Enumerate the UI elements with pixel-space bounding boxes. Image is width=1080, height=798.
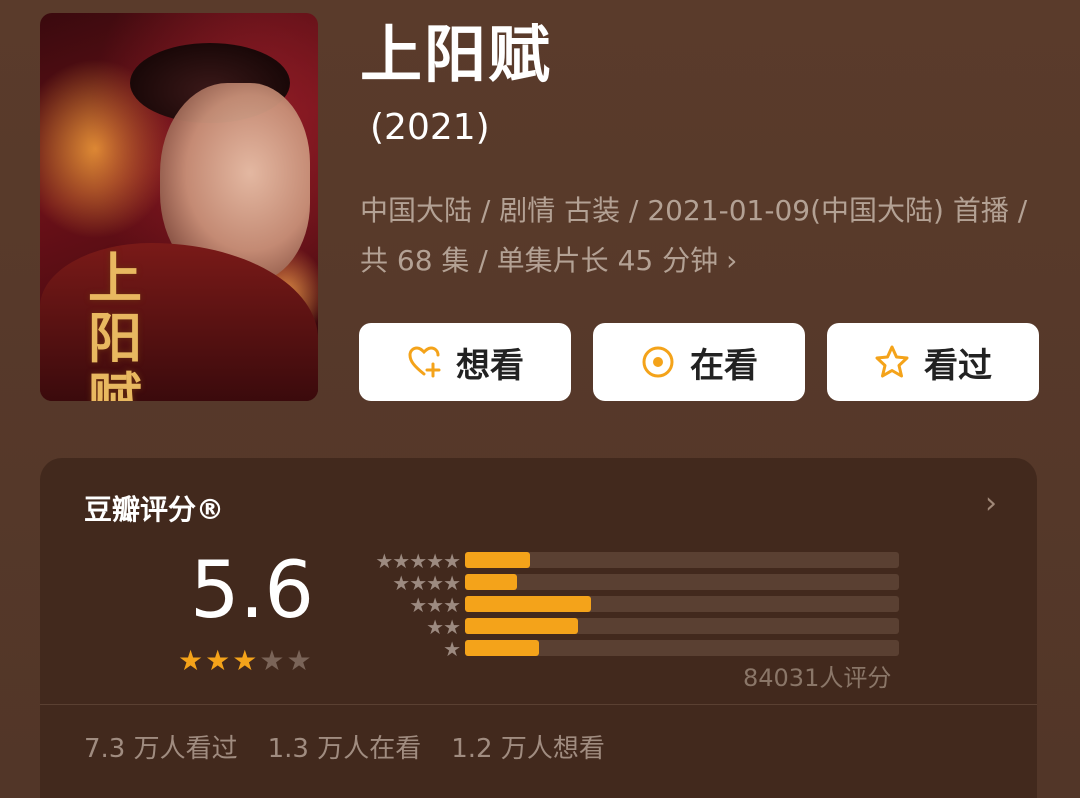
poster-title-art: 上阳赋: [88, 246, 142, 401]
star-empty-icon: ★: [259, 644, 285, 677]
rating-score: 5.6: [190, 546, 315, 636]
distribution-stars-icon: ★★: [426, 615, 461, 639]
distribution-row: ★★★★: [350, 572, 910, 594]
meta-text: 中国大陆 / 剧情 古装 / 2021-01-09(中国大陆) 首播 / 共 6…: [360, 194, 1028, 277]
distribution-bar: [465, 596, 591, 612]
distribution-track: [465, 640, 899, 656]
star-filled-icon: ★: [232, 644, 258, 677]
rating-stars: ★ ★ ★ ★ ★: [178, 646, 312, 676]
rating-count: 84031人评分: [743, 664, 892, 692]
divider: [40, 704, 1037, 705]
drama-year: (2021): [370, 107, 490, 148]
drama-meta[interactable]: 中国大陆 / 剧情 古装 / 2021-01-09(中国大陆) 首播 / 共 6…: [360, 186, 1050, 286]
drama-title: 上阳赋: [360, 18, 553, 91]
watched-button[interactable]: 看过: [827, 323, 1039, 401]
want-label: 想看: [456, 345, 524, 386]
distribution-stars-icon: ★: [443, 637, 461, 661]
watching-button[interactable]: 在看: [593, 323, 805, 401]
rating-card[interactable]: 豆瓣评分® › 5.6 ★ ★ ★ ★ ★ ★★★★★ ★★★★ ★★★ ★★ ★ 84031人…: [40, 458, 1037, 798]
star-empty-icon: ★: [286, 644, 312, 677]
distribution-track: [465, 574, 899, 590]
distribution-row: ★: [350, 638, 910, 660]
distribution-row: ★★★: [350, 594, 910, 616]
target-icon: [642, 346, 674, 378]
audience-stats: 7.3 万人看过 1.3 万人在看 1.2 万人想看: [84, 728, 605, 765]
distribution-stars-icon: ★★★★: [392, 571, 461, 595]
rating-header: 豆瓣评分®: [84, 493, 225, 526]
distribution-bar: [465, 574, 518, 590]
watching-label: 在看: [690, 345, 758, 386]
chevron-right-icon: ›: [726, 244, 738, 277]
want-button[interactable]: 想看: [359, 323, 571, 401]
distribution-bar: [465, 640, 539, 656]
distribution-track: [465, 552, 899, 568]
heart-plus-icon: [408, 346, 441, 378]
stat-watched: 7.3 万人看过: [84, 734, 238, 764]
stat-watching: 1.3 万人在看: [267, 734, 422, 764]
stat-want: 1.2 万人想看: [451, 734, 605, 764]
star-filled-icon: ★: [178, 644, 204, 677]
distribution-bar: [465, 618, 578, 634]
distribution-row: ★★★★★: [350, 550, 910, 572]
poster-image[interactable]: 上阳赋: [40, 13, 318, 401]
distribution-track: [465, 596, 899, 612]
distribution-stars-icon: ★★★: [409, 593, 461, 617]
distribution-bar: [465, 552, 531, 568]
distribution-row: ★★: [350, 616, 910, 638]
star-outline-icon: [875, 345, 909, 378]
watched-label: 看过: [924, 345, 992, 386]
star-filled-icon: ★: [205, 644, 231, 677]
distribution-track: [465, 618, 899, 634]
chevron-right-icon[interactable]: ›: [985, 486, 997, 521]
distribution-stars-icon: ★★★★★: [375, 549, 461, 573]
